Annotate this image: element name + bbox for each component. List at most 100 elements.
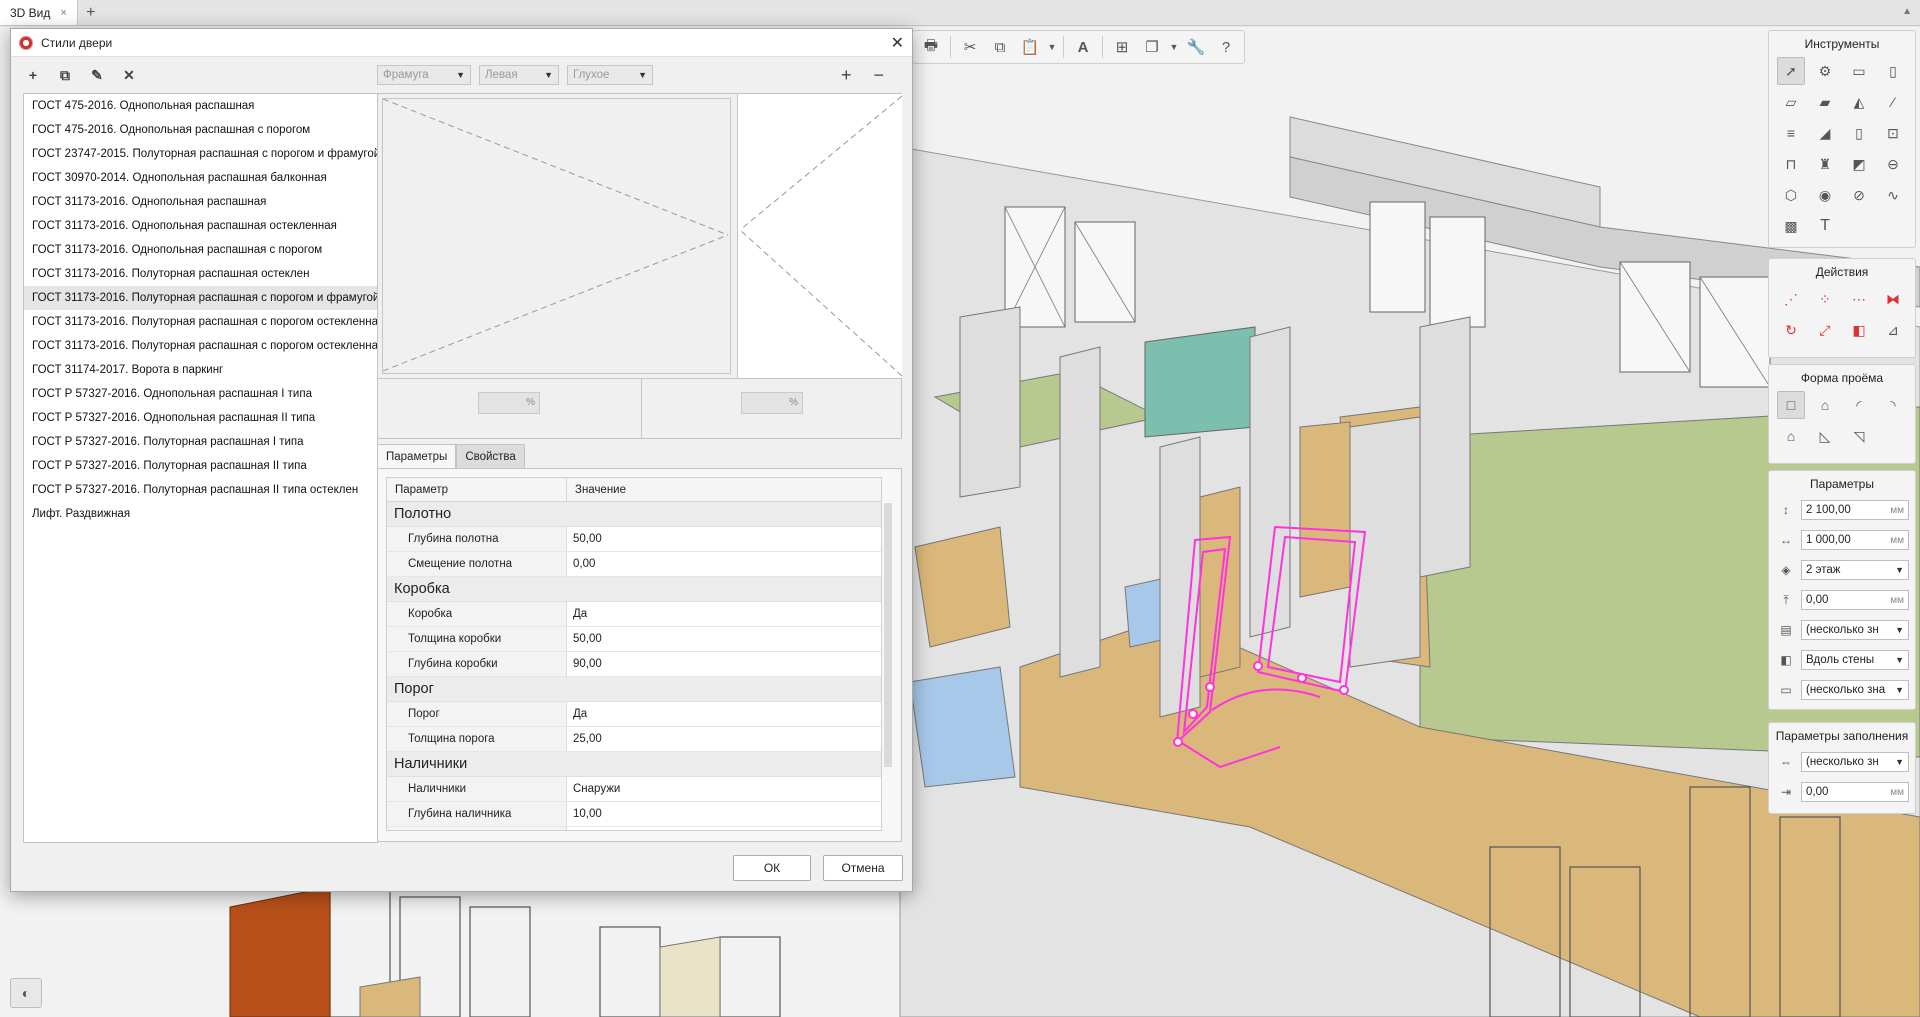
tab-parameters[interactable]: Параметры <box>377 444 457 468</box>
chevron-up-icon[interactable]: ▲ <box>1902 6 1912 17</box>
list-item[interactable]: ГОСТ 31173-2016. Однопольная распашная <box>24 190 377 214</box>
shape-rect-icon[interactable]: □ <box>1777 391 1805 419</box>
remove-section-button[interactable]: − <box>874 65 885 86</box>
param-value[interactable]: 25,00 <box>567 727 881 751</box>
param-value[interactable]: 50,00 <box>567 627 881 651</box>
scale-icon[interactable]: ⤢ <box>1811 316 1839 344</box>
shape-pointed-icon[interactable]: ⌂ <box>1777 422 1805 450</box>
add-tab-button[interactable]: + <box>78 0 104 25</box>
equipment-icon[interactable]: ◩ <box>1845 150 1873 178</box>
copy-array-icon[interactable]: ⁘ <box>1811 285 1839 313</box>
list-item[interactable]: ГОСТ 30970-2014. Однопольная распашная б… <box>24 166 377 190</box>
view-mode-icon[interactable]: ◐ <box>10 978 42 1008</box>
param-value[interactable]: 10,00 <box>567 802 881 826</box>
shape-round-corner-icon[interactable]: ◜ <box>1845 391 1873 419</box>
edit-style-button[interactable]: ✎ <box>87 65 107 85</box>
stair-icon[interactable]: ≡ <box>1777 119 1805 147</box>
list-item[interactable]: ГОСТ Р 57327-2016. Полуторная распашная … <box>24 454 377 478</box>
width-field[interactable]: 1 000,00 мм <box>1801 530 1909 550</box>
mirror-icon[interactable]: ⧓ <box>1879 285 1907 313</box>
plumbing-icon[interactable]: ⊖ <box>1879 150 1907 178</box>
help-icon[interactable]: ? <box>1212 33 1240 61</box>
beam-icon[interactable]: ⁄ <box>1879 88 1907 116</box>
copy-icon[interactable]: ⧉ <box>986 33 1014 61</box>
list-item[interactable]: ГОСТ Р 57327-2016. Однопольная распашная… <box>24 382 377 406</box>
component-icon[interactable]: ⚙ <box>1811 57 1839 85</box>
fill-offset-field[interactable]: 0,00 мм <box>1801 782 1909 802</box>
param-value[interactable]: 0,00 <box>567 552 881 576</box>
cancel-button[interactable]: Отмена <box>823 855 903 881</box>
duplicate-style-button[interactable]: ⧉ <box>55 65 75 85</box>
wrench-icon[interactable]: 🔧 <box>1182 33 1210 61</box>
list-item[interactable]: ГОСТ 31173-2016. Полуторная распашная с … <box>24 310 377 334</box>
list-item[interactable]: Лифт. Раздвижная <box>24 502 377 526</box>
list-item[interactable]: ГОСТ 31173-2016. Однопольная распашная с… <box>24 238 377 262</box>
shape-slope-right-icon[interactable]: ◹ <box>1845 422 1873 450</box>
add-section-button[interactable]: + <box>841 65 852 86</box>
hatch-icon[interactable]: ▩ <box>1777 212 1805 240</box>
column-icon[interactable]: ▯ <box>1879 57 1907 85</box>
param-value[interactable]: Да <box>567 602 881 626</box>
param-value[interactable]: 90,00 <box>567 652 881 676</box>
group-header[interactable]: Наличники <box>387 752 881 777</box>
close-icon[interactable]: × <box>60 7 66 19</box>
infill-combo[interactable]: Глухое ▼ <box>567 65 653 85</box>
print-icon[interactable]: 🖶 <box>917 33 945 61</box>
list-item[interactable]: ГОСТ 31173-2016. Полуторная распашная с … <box>24 286 377 310</box>
transom-combo[interactable]: Фрамуга ▼ <box>377 65 471 85</box>
tab-3d-view[interactable]: 3D Вид × <box>0 0 78 25</box>
floor-icon[interactable]: ▰ <box>1811 88 1839 116</box>
hierarchy-icon[interactable]: ⊞ <box>1108 33 1136 61</box>
group-header[interactable]: Порог <box>387 677 881 702</box>
right-ratio-field[interactable]: % <box>741 392 803 414</box>
tab-properties[interactable]: Свойства <box>456 444 525 468</box>
fill-style-dropdown[interactable]: (несколько зн ▼ <box>1801 752 1909 772</box>
move-icon[interactable]: ⋰ <box>1777 285 1805 313</box>
group-header[interactable]: Полотно <box>387 502 881 527</box>
door-styles-list[interactable]: ГОСТ 475-2016. Однопольная распашная ГОСТ… <box>23 93 378 843</box>
shape-arch-icon[interactable]: ⌂ <box>1811 391 1839 419</box>
cut-icon[interactable]: ✂ <box>956 33 984 61</box>
param-value[interactable]: Да <box>567 702 881 726</box>
chevron-down-icon[interactable]: ▼ <box>1046 33 1058 61</box>
left-ratio-field[interactable]: % <box>478 392 540 414</box>
list-item[interactable]: ГОСТ 23747-2015. Полуторная распашная с … <box>24 142 377 166</box>
door-style-dropdown[interactable]: (несколько зн ▼ <box>1801 620 1909 640</box>
close-icon[interactable]: ✕ <box>891 33 904 53</box>
ok-button[interactable]: ОК <box>733 855 811 881</box>
select-pointer-icon[interactable]: ➚ <box>1777 57 1805 85</box>
list-item[interactable]: ГОСТ 475-2016. Однопольная распашная <box>24 94 377 118</box>
text-icon[interactable]: T <box>1811 212 1839 240</box>
group-header[interactable]: Коробка <box>387 577 881 602</box>
layers-icon[interactable]: ❐ <box>1138 33 1166 61</box>
hand-combo[interactable]: Левая ▼ <box>479 65 559 85</box>
list-item[interactable]: ГОСТ 31173-2016. Полуторная распашная ос… <box>24 262 377 286</box>
shape-quarter-icon[interactable]: ◝ <box>1879 391 1907 419</box>
offset-icon[interactable]: ◧ <box>1845 316 1873 344</box>
list-item[interactable]: ГОСТ 31174-2017. Ворота в паркинг <box>24 358 377 382</box>
window-icon[interactable]: ⊡ <box>1879 119 1907 147</box>
marker-dropdown[interactable]: (несколько зна ▼ <box>1801 680 1909 700</box>
list-item[interactable]: ГОСТ 31173-2016. Однопольная распашная о… <box>24 214 377 238</box>
text-style-icon[interactable]: A <box>1069 33 1097 61</box>
rotate-icon[interactable]: ↻ <box>1777 316 1805 344</box>
list-item[interactable]: ГОСТ 31173-2016. Полуторная распашная с … <box>24 334 377 358</box>
paste-icon[interactable]: 📋 <box>1016 33 1044 61</box>
placement-dropdown[interactable]: Вдоль стены ▼ <box>1801 650 1909 670</box>
furniture-icon[interactable]: ♜ <box>1811 150 1839 178</box>
camera-icon[interactable]: ◉ <box>1811 181 1839 209</box>
shape-slope-left-icon[interactable]: ◺ <box>1811 422 1839 450</box>
list-item[interactable]: ГОСТ Р 57327-2016. Полуторная распашная … <box>24 478 377 502</box>
list-item[interactable]: ГОСТ 475-2016. Однопольная распашная с п… <box>24 118 377 142</box>
ramp-icon[interactable]: ◢ <box>1811 119 1839 147</box>
distribute-icon[interactable]: ⋯ <box>1845 285 1873 313</box>
param-value[interactable]: 70,00 <box>567 827 881 830</box>
list-item[interactable]: ГОСТ Р 57327-2016. Полуторная распашная … <box>24 430 377 454</box>
door-icon[interactable]: ▯ <box>1845 119 1873 147</box>
scrollbar[interactable] <box>884 503 892 767</box>
list-item[interactable]: ГОСТ Р 57327-2016. Однопольная распашная… <box>24 406 377 430</box>
wall-icon[interactable]: ▭ <box>1845 57 1873 85</box>
railing-icon[interactable]: ⊓ <box>1777 150 1805 178</box>
floor-dropdown[interactable]: 2 этаж ▼ <box>1801 560 1909 580</box>
line-icon[interactable]: ∿ <box>1879 181 1907 209</box>
